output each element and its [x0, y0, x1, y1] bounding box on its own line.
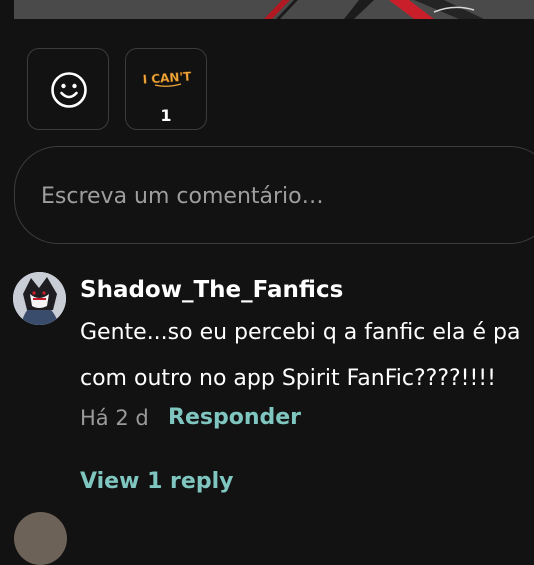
- comment-input-placeholder: Escreva um comentário…: [41, 184, 324, 209]
- avatar[interactable]: [13, 272, 66, 325]
- reaction-count: 1: [160, 106, 172, 125]
- reaction-icant-button[interactable]: I CAN'T 1: [125, 48, 207, 130]
- comment-timestamp: Há 2 d: [80, 406, 149, 430]
- icant-sticker-icon: I CAN'T: [142, 69, 193, 87]
- reaction-smiley-button[interactable]: [27, 48, 109, 130]
- comment-input[interactable]: Escreva um comentário…: [14, 146, 534, 244]
- view-replies-link[interactable]: View 1 reply: [80, 469, 233, 494]
- smiley-icon: [51, 72, 87, 108]
- comment-text-line: Gente...so eu percebi q a fanfic ela é p…: [80, 320, 521, 345]
- avatar[interactable]: [14, 512, 67, 565]
- svg-text:I CAN'T: I CAN'T: [142, 69, 192, 86]
- reply-button[interactable]: Responder: [168, 405, 301, 430]
- comment-text-line: com outro no app Spirit FanFic????!!!!: [80, 366, 496, 391]
- comment-username[interactable]: Shadow_The_Fanfics: [80, 277, 343, 303]
- post-image[interactable]: [14, 0, 534, 19]
